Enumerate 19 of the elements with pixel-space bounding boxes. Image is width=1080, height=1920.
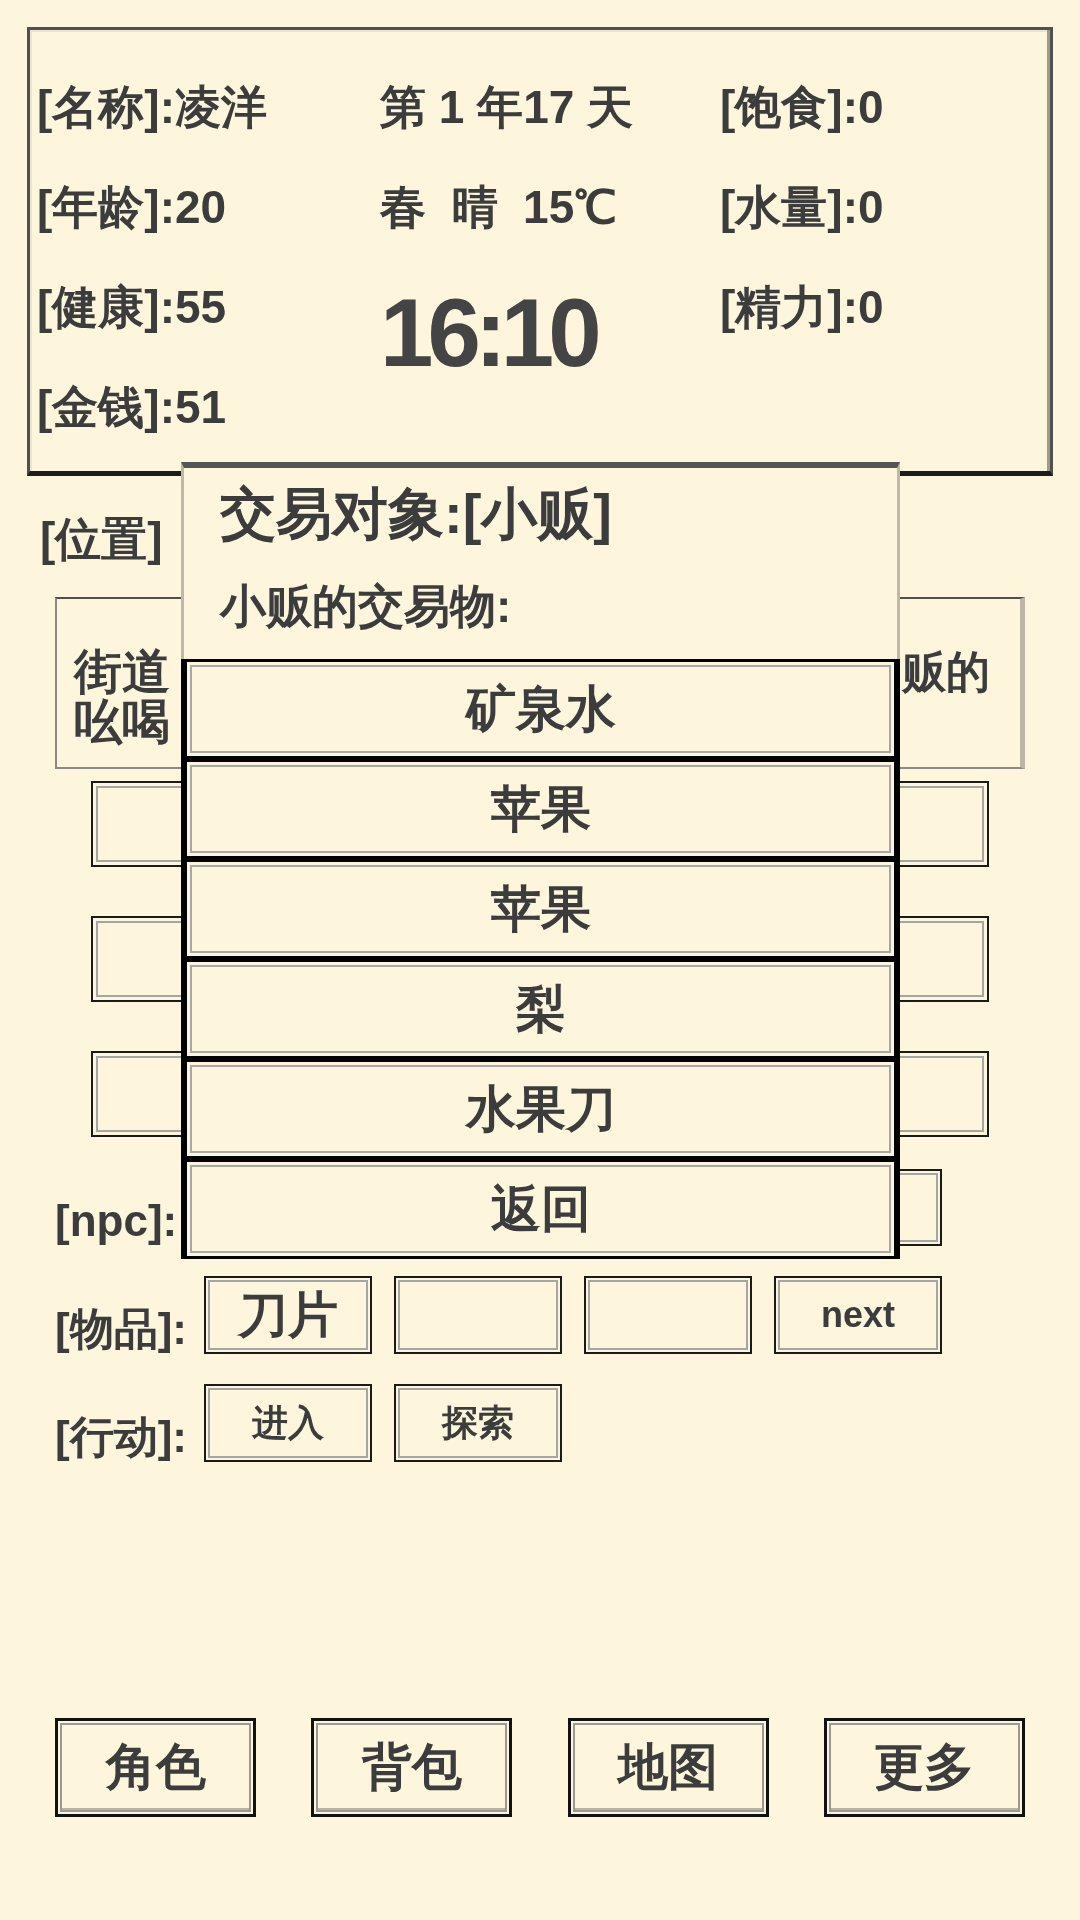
- actions-label: [行动]:: [55, 1412, 188, 1462]
- npc-label: [npc]:: [55, 1196, 179, 1246]
- stat-text: [饱食]:0: [720, 80, 884, 135]
- clock-text: 16:10: [380, 285, 596, 381]
- dialog-title: 交易对象:[小贩]: [220, 482, 612, 546]
- stat-text: [金钱]:51: [37, 380, 227, 435]
- card-text: 街道: [74, 647, 170, 697]
- stat-text: [水量]:0: [720, 180, 884, 235]
- stat-text: [精力]:0: [720, 280, 884, 335]
- location-label: [位置]: [40, 512, 163, 567]
- stat-text: [名称]:凌洋: [37, 80, 267, 135]
- dialog-subtitle: 小贩的交易物:: [220, 579, 512, 634]
- card-text: 吆喝: [74, 697, 170, 747]
- date-text: 第 1 年17 天: [380, 80, 634, 135]
- card-text: 贩的: [902, 647, 990, 697]
- stat-text: [健康]:55: [37, 280, 227, 335]
- weather-text: 春 晴 15℃: [380, 180, 617, 235]
- stat-text: [年龄]:20: [37, 180, 227, 235]
- items-label: [物品]:: [55, 1304, 188, 1354]
